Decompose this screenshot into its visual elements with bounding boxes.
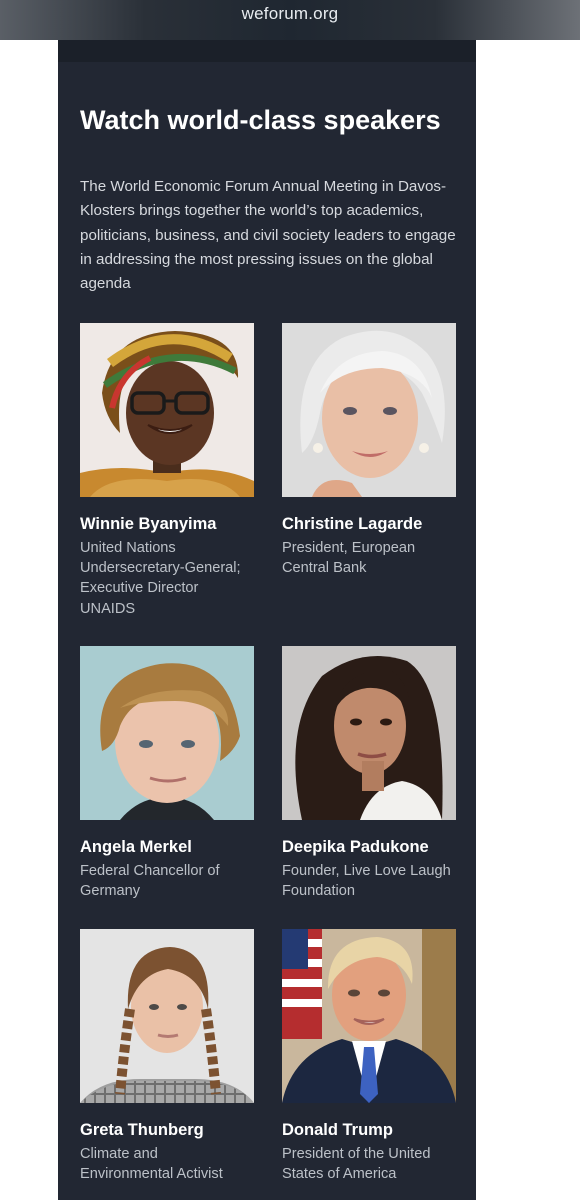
section-top-strip — [58, 40, 476, 62]
speaker-card-winnie-byanyima[interactable]: Winnie Byanyima United Nations Undersecr… — [80, 323, 254, 619]
speaker-name[interactable]: Christine Lagarde — [282, 514, 456, 534]
section-description: The World Economic Forum Annual Meeting … — [80, 178, 456, 293]
speaker-card-christine-lagarde[interactable]: Christine Lagarde President, European Ce… — [282, 323, 456, 578]
speaker-role: President of the United States of Americ… — [282, 1146, 431, 1183]
speaker-name[interactable]: Winnie Byanyima — [80, 514, 254, 534]
browser-url-bar[interactable]: weforum.org — [0, 0, 580, 40]
speaker-photo[interactable] — [80, 929, 254, 1103]
speaker-card-angela-merkel[interactable]: Angela Merkel Federal Chancellor of Germ… — [80, 646, 254, 901]
speaker-card-donald-trump[interactable]: Donald Trump President of the United Sta… — [282, 929, 456, 1184]
speaker-role: Climate and Environmental Activist — [80, 1146, 223, 1183]
speaker-photo[interactable] — [282, 323, 456, 497]
url-text[interactable]: weforum.org — [242, 4, 339, 24]
speaker-photo[interactable] — [282, 646, 456, 820]
speakers-section: Watch world-class speakers The World Eco… — [58, 40, 476, 1200]
speaker-role: Federal Chancellor of Germany — [80, 863, 220, 900]
speaker-role: President, European Central Bank — [282, 540, 416, 577]
speaker-card-deepika-padukone[interactable]: Deepika Padukone Founder, Live Love Laug… — [282, 646, 456, 901]
speaker-name[interactable]: Angela Merkel — [80, 837, 254, 857]
speaker-role: United Nations Undersecretary-General; E… — [80, 540, 241, 617]
speaker-photo[interactable] — [80, 323, 254, 497]
speaker-name[interactable]: Donald Trump — [282, 1120, 456, 1140]
speaker-name[interactable]: Deepika Padukone — [282, 837, 456, 857]
speaker-photo[interactable] — [282, 929, 456, 1103]
speaker-role: Founder, Live Love Laugh Foundation — [282, 863, 451, 900]
section-title: Watch world-class speakers — [80, 105, 441, 135]
speaker-card-greta-thunberg[interactable]: Greta Thunberg Climate and Environmental… — [80, 929, 254, 1184]
speaker-photo[interactable] — [80, 646, 254, 820]
speaker-name[interactable]: Greta Thunberg — [80, 1120, 254, 1140]
